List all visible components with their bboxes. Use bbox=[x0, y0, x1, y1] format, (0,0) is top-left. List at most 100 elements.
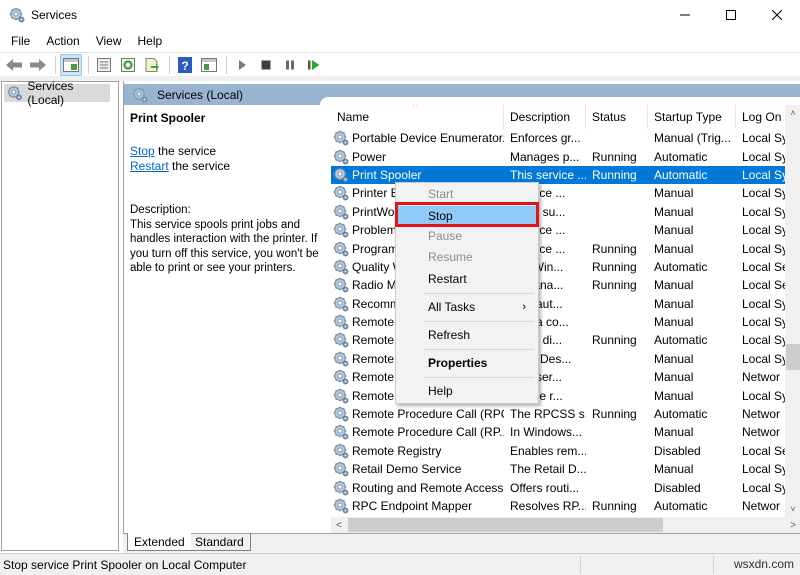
console-tree: Services (Local) bbox=[1, 79, 119, 551]
service-description-cell: Manages p... bbox=[510, 149, 580, 164]
table-row[interactable]: Power Manages p... Running Automatic Local S… bbox=[331, 147, 785, 165]
context-menu-pause[interactable]: Pause bbox=[398, 226, 536, 246]
gear-services-icon bbox=[333, 130, 349, 146]
service-startup-type: Automatic bbox=[654, 259, 708, 274]
gear-services-icon bbox=[333, 332, 349, 348]
export-list-button[interactable] bbox=[141, 54, 163, 76]
context-menu-properties[interactable]: Properties bbox=[398, 353, 536, 373]
column-header-description[interactable]: Description bbox=[504, 105, 586, 129]
column-header-status[interactable]: Status bbox=[586, 105, 648, 129]
restart-service-link[interactable]: Restart bbox=[130, 159, 169, 173]
scroll-up-icon[interactable]: ˄ bbox=[785, 105, 800, 121]
show-action-pane-button[interactable] bbox=[198, 54, 220, 76]
service-log-on: Local Sy bbox=[742, 296, 785, 311]
status-text: Stop service Print Spooler on Local Comp… bbox=[3, 557, 247, 572]
context-menu-resume[interactable]: Resume bbox=[398, 247, 536, 267]
table-row[interactable]: Remote Procedure Call (RP... In Windows..… bbox=[331, 423, 785, 441]
gear-services-icon bbox=[333, 461, 349, 477]
toolbar-separator bbox=[55, 55, 56, 74]
close-button[interactable] bbox=[754, 0, 800, 30]
gear-services-icon bbox=[333, 277, 349, 293]
table-row[interactable]: RPC Endpoint Mapper Resolves RP... Running… bbox=[331, 497, 785, 515]
tab-standard[interactable]: Standard bbox=[189, 533, 251, 551]
service-description-cell: Enforces gr... bbox=[510, 131, 581, 146]
service-name: Routing and Remote Access bbox=[331, 480, 504, 496]
table-row[interactable]: Retail Demo Service The Retail D... Manual… bbox=[331, 460, 785, 478]
stop-service-button[interactable] bbox=[255, 54, 277, 76]
main-header-title: Services (Local) bbox=[157, 87, 244, 102]
context-menu-restart[interactable]: Restart bbox=[398, 269, 536, 289]
toolbar: ? bbox=[0, 52, 800, 76]
status-bar: Stop service Print Spooler on Local Comp… bbox=[0, 553, 800, 575]
service-startup-type: Manual bbox=[654, 241, 694, 256]
service-title: Print Spooler bbox=[130, 111, 206, 125]
service-status: Running bbox=[592, 333, 637, 348]
show-hide-console-tree-button[interactable] bbox=[60, 53, 82, 76]
context-menu-help[interactable]: Help bbox=[398, 381, 536, 401]
service-log-on: Networ bbox=[742, 425, 781, 440]
stop-link-suffix: the service bbox=[154, 144, 217, 158]
service-log-on: Local Sy bbox=[742, 167, 785, 182]
gear-services-icon bbox=[333, 406, 349, 422]
view-tabs: Extended Standard bbox=[123, 533, 800, 553]
minimize-button[interactable] bbox=[662, 0, 708, 30]
menu-help[interactable]: Help bbox=[132, 34, 169, 48]
tree-item-services-local[interactable]: Services (Local) bbox=[4, 79, 110, 107]
help-icon: ? bbox=[178, 56, 192, 73]
column-header-name[interactable]: ^ Name bbox=[331, 105, 504, 129]
service-name: Portable Device Enumerator... bbox=[331, 130, 504, 146]
service-description-cell: Offers routi... bbox=[510, 480, 580, 495]
scroll-left-icon[interactable]: < bbox=[331, 517, 347, 533]
back-button[interactable] bbox=[3, 54, 25, 76]
status-divider bbox=[713, 556, 714, 574]
service-log-on: Networ bbox=[742, 370, 781, 385]
menu-view[interactable]: View bbox=[90, 34, 128, 48]
horizontal-scroll-thumb[interactable] bbox=[348, 518, 663, 532]
context-menu-stop[interactable]: Stop bbox=[398, 206, 536, 226]
context-menu-refresh[interactable]: Refresh bbox=[398, 325, 536, 345]
close-icon bbox=[772, 10, 782, 20]
toolbar-separator bbox=[88, 55, 89, 74]
menu-bar: File Action View Help bbox=[0, 30, 800, 52]
title-bar: Services bbox=[0, 0, 800, 30]
stop-service-link[interactable]: Stop bbox=[130, 144, 155, 158]
horizontal-scrollbar[interactable]: < > bbox=[331, 517, 800, 533]
gear-services-icon bbox=[333, 388, 349, 404]
gear-services-icon bbox=[333, 351, 349, 367]
vertical-scroll-thumb[interactable] bbox=[786, 344, 800, 370]
table-row[interactable]: Remote Procedure Call (RPC) The RPCSS s..… bbox=[331, 405, 785, 423]
scroll-down-icon[interactable]: ˅ bbox=[785, 501, 800, 517]
vertical-scrollbar[interactable]: ˄ ˅ bbox=[785, 105, 800, 517]
table-row[interactable]: Remote Registry Enables rem... Disabled Loc… bbox=[331, 442, 785, 460]
maximize-button[interactable] bbox=[708, 0, 754, 30]
menu-file[interactable]: File bbox=[5, 34, 36, 48]
forward-arrow-icon bbox=[30, 58, 46, 71]
column-header-log-on[interactable]: Log On bbox=[736, 105, 785, 129]
service-name: RPC Endpoint Mapper bbox=[331, 498, 504, 514]
service-log-on: Local Se bbox=[742, 443, 785, 458]
service-log-on: Local Sy bbox=[742, 131, 785, 146]
context-menu-start[interactable]: Start bbox=[398, 184, 536, 204]
menu-action[interactable]: Action bbox=[40, 34, 85, 48]
service-startup-type: Manual bbox=[654, 186, 694, 201]
start-service-button[interactable] bbox=[231, 54, 253, 76]
pause-service-button[interactable] bbox=[279, 54, 301, 76]
scroll-right-icon[interactable]: > bbox=[785, 517, 800, 533]
service-name: Power bbox=[331, 149, 504, 165]
table-row[interactable]: Portable Device Enumerator... Enforces gr… bbox=[331, 129, 785, 147]
service-description-cell: Enables rem... bbox=[510, 443, 586, 458]
table-row[interactable]: Routing and Remote Access Offers routi...… bbox=[331, 478, 785, 496]
service-log-on: Local Sy bbox=[742, 388, 785, 403]
restart-service-button[interactable] bbox=[303, 54, 325, 76]
context-menu-all-tasks[interactable]: All Tasks › bbox=[398, 297, 536, 317]
refresh-button[interactable] bbox=[117, 54, 139, 76]
service-name: Print Spooler bbox=[331, 167, 504, 183]
service-status: Running bbox=[592, 499, 637, 513]
context-menu-separator bbox=[424, 293, 534, 294]
properties-button[interactable] bbox=[93, 54, 115, 76]
column-header-startup-type[interactable]: Startup Type bbox=[648, 105, 736, 129]
tab-extended[interactable]: Extended bbox=[127, 533, 191, 551]
forward-button[interactable] bbox=[27, 54, 49, 76]
status-divider bbox=[580, 556, 581, 574]
help-button[interactable]: ? bbox=[174, 54, 196, 76]
